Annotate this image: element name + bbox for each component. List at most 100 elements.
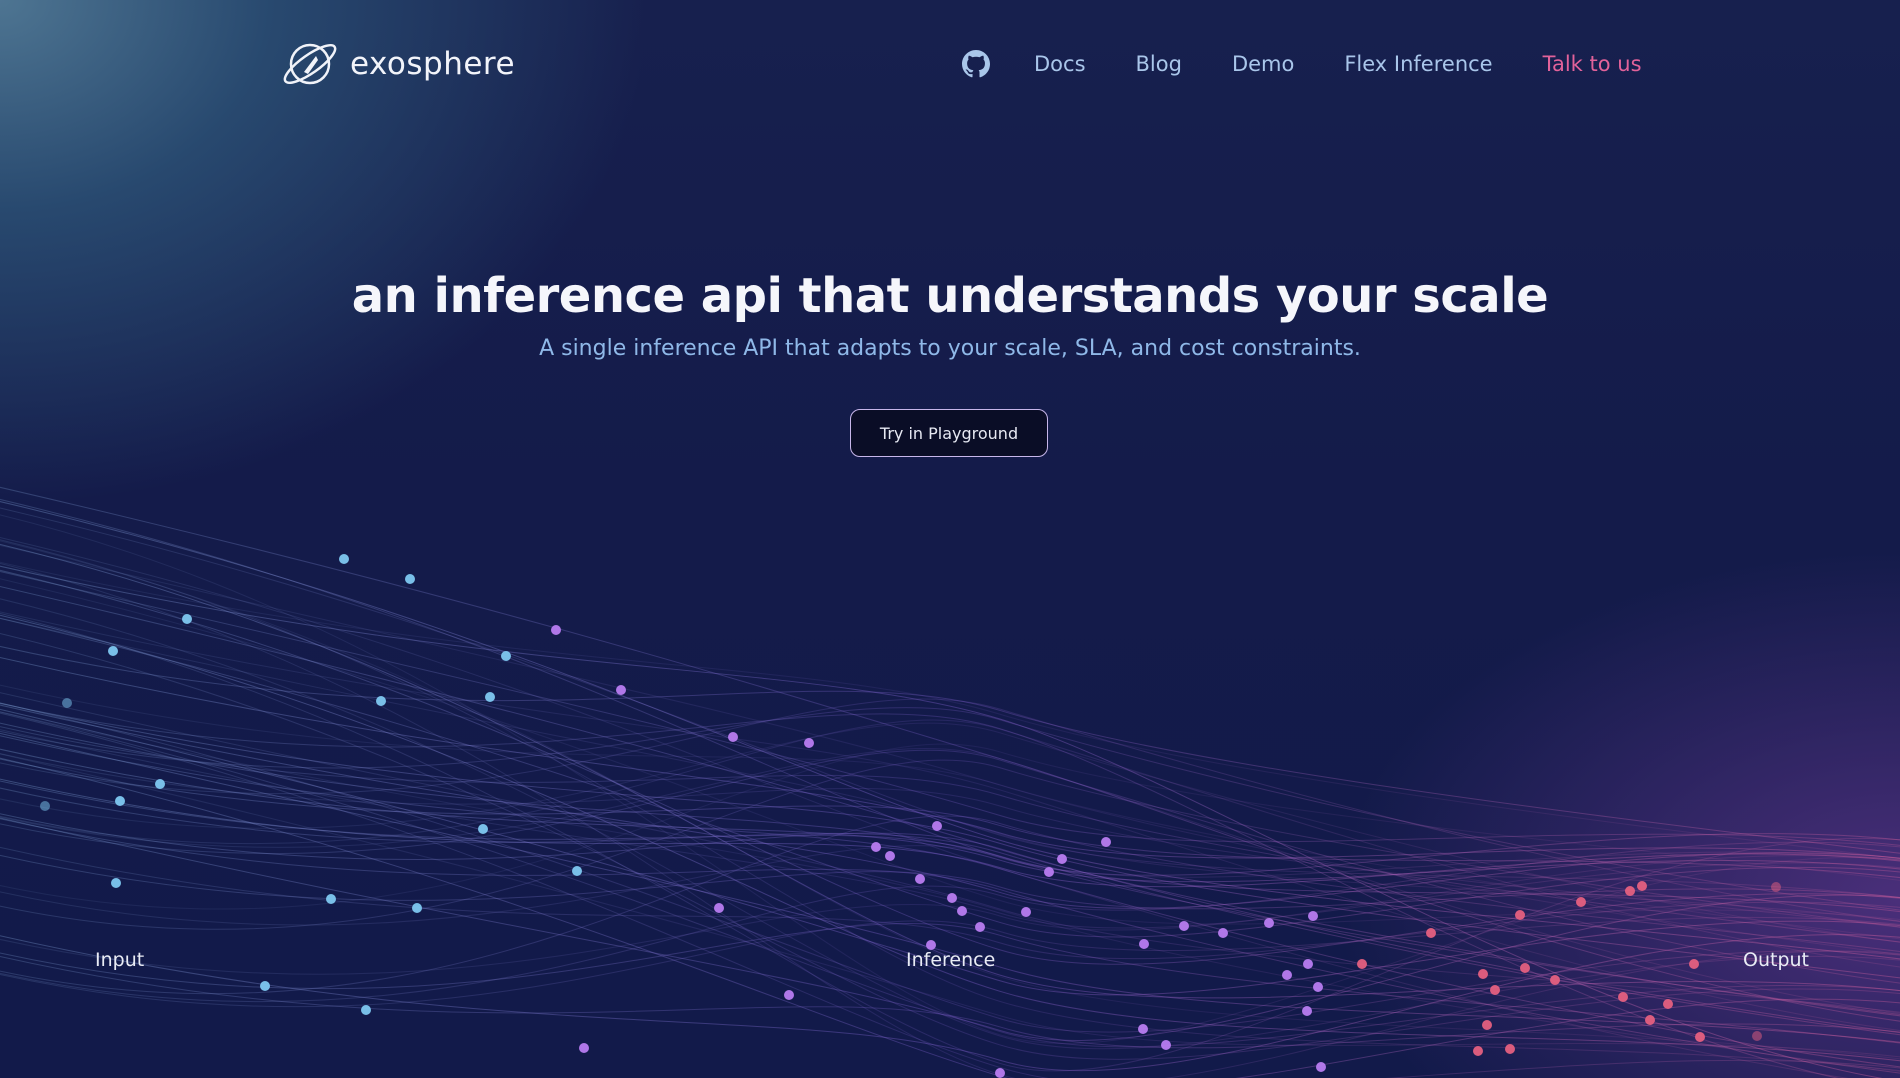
- particle-dot: [40, 801, 50, 811]
- flow-lines-background: [0, 486, 1900, 1078]
- particle-dot: [108, 646, 118, 656]
- particle-dot: [1689, 959, 1699, 969]
- flow-line: [0, 707, 1900, 911]
- particle-dot: [1057, 854, 1067, 864]
- particle-dot: [501, 651, 511, 661]
- stage-label-output: Output: [1743, 949, 1809, 971]
- particle-dot: [885, 851, 895, 861]
- brand-logo[interactable]: exosphere: [280, 38, 515, 90]
- particle-dot: [1316, 1062, 1326, 1072]
- particle-dot: [804, 738, 814, 748]
- particle-dot: [579, 1043, 589, 1053]
- talk-to-us-link[interactable]: Talk to us: [1543, 52, 1642, 76]
- particle-dot: [1313, 982, 1323, 992]
- particle-dot: [932, 821, 942, 831]
- particle-dot: [326, 894, 336, 904]
- hero-section: an inference api that understands your s…: [0, 268, 1900, 361]
- particle-dot: [871, 842, 881, 852]
- particle-dot: [572, 866, 582, 876]
- particle-dot: [915, 874, 925, 884]
- particle-dot: [1550, 975, 1560, 985]
- particle-dot: [1218, 928, 1228, 938]
- particle-dot: [1625, 886, 1635, 896]
- particle-dot: [1478, 969, 1488, 979]
- particle-dot: [728, 732, 738, 742]
- flow-line: [0, 570, 1900, 846]
- particle-dot: [1618, 992, 1628, 1002]
- particle-dot: [155, 779, 165, 789]
- particle-dot: [947, 893, 957, 903]
- particle-dot: [1357, 959, 1367, 969]
- particle-dot: [405, 574, 415, 584]
- particle-dot: [1308, 911, 1318, 921]
- flow-line: [0, 617, 1900, 922]
- particle-dot: [551, 625, 561, 635]
- nav-links: Docs Blog Demo Flex Inference Talk to us: [962, 50, 1642, 78]
- flow-line: [0, 543, 1900, 999]
- nav-link-demo[interactable]: Demo: [1232, 52, 1294, 76]
- particle-dot: [478, 824, 488, 834]
- flow-line: [0, 702, 1900, 1033]
- particle-dot: [1482, 1020, 1492, 1030]
- particle-dot: [1044, 867, 1054, 877]
- stage-label-input: Input: [95, 949, 145, 971]
- particle-dot: [1490, 985, 1500, 995]
- nav-link-blog[interactable]: Blog: [1136, 52, 1182, 76]
- try-playground-button[interactable]: Try in Playground: [850, 409, 1048, 457]
- particle-dot: [361, 1005, 371, 1015]
- flow-line: [0, 757, 1900, 1078]
- hero-subtitle: A single inference API that adapts to yo…: [539, 336, 1361, 361]
- flow-line: [0, 578, 1900, 925]
- particle-dot: [1101, 837, 1111, 847]
- brand-name: exosphere: [350, 46, 516, 82]
- particle-dot: [1520, 963, 1530, 973]
- flow-line: [0, 753, 1900, 1058]
- particle-dot: [1663, 999, 1673, 1009]
- particle-dot: [1695, 1032, 1705, 1042]
- particle-dot: [115, 796, 125, 806]
- particle-dot: [1576, 897, 1586, 907]
- hero-title: an inference api that understands your s…: [351, 268, 1549, 324]
- particle-dot: [1515, 910, 1525, 920]
- flow-line: [0, 486, 1900, 1022]
- particle-dot: [1138, 1024, 1148, 1034]
- nav-link-flex-inference[interactable]: Flex Inference: [1344, 52, 1492, 76]
- flow-line: [0, 711, 1900, 1048]
- particle-dot: [412, 903, 422, 913]
- stage-label-inference: Inference: [906, 949, 996, 971]
- nav-link-docs[interactable]: Docs: [1034, 52, 1086, 76]
- particle-dot: [1282, 970, 1292, 980]
- particle-dot: [376, 696, 386, 706]
- particle-dot: [182, 614, 192, 624]
- flow-line: [0, 617, 1900, 938]
- particle-dot: [1473, 1046, 1483, 1056]
- particle-dot: [1139, 939, 1149, 949]
- top-navigation: exosphere Docs Blog Demo Flex Inference …: [0, 0, 1900, 140]
- particle-dot: [1179, 921, 1189, 931]
- particle-dot: [62, 698, 72, 708]
- particle-dot: [616, 685, 626, 695]
- flow-line: [0, 536, 1850, 1078]
- particle-dot: [1021, 907, 1031, 917]
- particle-dot: [957, 906, 967, 916]
- particle-dot: [1505, 1044, 1515, 1054]
- particle-dot: [485, 692, 495, 702]
- particle-dot: [1771, 882, 1781, 892]
- planet-rocket-icon: [283, 43, 337, 85]
- flow-line: [0, 698, 1900, 923]
- particle-dot: [1161, 1040, 1171, 1050]
- particle-dot: [714, 903, 724, 913]
- flow-line: [0, 569, 1900, 965]
- particle-dot: [1264, 918, 1274, 928]
- particle-dot: [260, 981, 270, 991]
- particle-dot: [111, 878, 121, 888]
- particle-dot: [784, 990, 794, 1000]
- particle-dot: [995, 1068, 1005, 1078]
- particle-dot: [1426, 928, 1436, 938]
- particle-dot: [1303, 959, 1313, 969]
- particle-dot: [1302, 1006, 1312, 1016]
- particle-dot: [1637, 881, 1647, 891]
- flow-line: [0, 499, 1900, 1016]
- github-icon[interactable]: [962, 50, 990, 78]
- particle-dot: [339, 554, 349, 564]
